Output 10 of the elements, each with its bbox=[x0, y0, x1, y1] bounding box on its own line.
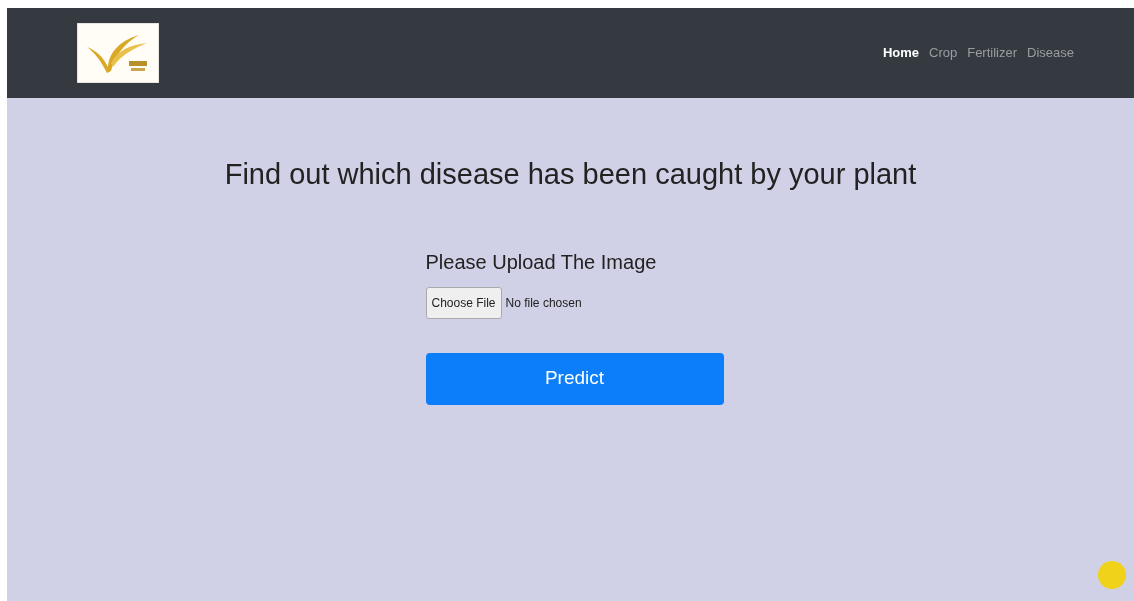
logo-icon[interactable] bbox=[77, 23, 159, 83]
choose-file-button[interactable]: Choose File bbox=[425, 286, 502, 319]
predict-button[interactable]: Predict bbox=[425, 352, 724, 405]
nav-link[interactable]: Home bbox=[882, 43, 919, 63]
nav-link[interactable]: Disease bbox=[1027, 43, 1074, 63]
file-status: No file chosen bbox=[505, 294, 582, 312]
nav-link[interactable]: Crop bbox=[929, 43, 958, 63]
page-heading: Find out which disease has been caught by your plant bbox=[224, 157, 917, 192]
nav-link[interactable]: Fertilizer bbox=[967, 43, 1018, 63]
upload-label: Please Upload The Image bbox=[425, 249, 658, 275]
